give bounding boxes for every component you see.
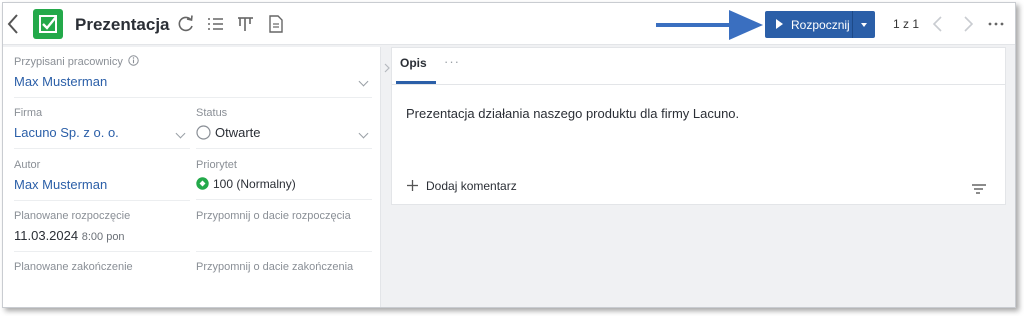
panel-splitter[interactable]: [381, 47, 391, 307]
assigned-label: Przypisani pracownicy: [14, 56, 123, 68]
priority-value: 100 (Normalny): [213, 177, 296, 191]
remind-end-field[interactable]: Przypomnij o dacie zakończenia: [196, 261, 353, 294]
remind-end-label: Przypomnij o dacie zakończenia: [196, 261, 354, 273]
refresh-icon[interactable]: [176, 14, 196, 34]
planned-start-date: 11.03.2024: [14, 228, 79, 243]
divider: [196, 199, 372, 200]
add-comment-button[interactable]: Dodaj komentarz: [426, 179, 517, 193]
priority-field[interactable]: Priorytet 100 (Normalny): [196, 159, 372, 200]
plus-icon[interactable]: [406, 179, 419, 192]
task-checkbox-icon: [33, 9, 63, 39]
more-options-icon[interactable]: [986, 14, 1006, 34]
status-circle-icon: [196, 125, 211, 140]
author-field: Autor Max Musterman: [14, 159, 190, 201]
sort-icon[interactable]: [971, 182, 987, 196]
start-button-group: Rozpocznij: [765, 11, 875, 38]
document-icon[interactable]: [266, 14, 286, 34]
divider: [196, 251, 372, 252]
priority-icon: [196, 177, 209, 190]
remind-start-label: Przypomnij o dacie rozpoczęcia: [196, 210, 351, 222]
planned-start-field[interactable]: Planowane rozpoczęcie 11.03.2024 8:00 po…: [14, 210, 190, 252]
planned-start-label: Planowane rozpoczęcie: [14, 210, 131, 222]
author-label: Autor: [14, 159, 41, 171]
divider: [14, 251, 190, 252]
divider: [14, 200, 190, 201]
back-arrow-icon[interactable]: [6, 13, 20, 35]
next-record-icon[interactable]: [958, 14, 978, 34]
caret-down-icon: [861, 23, 867, 27]
divider: [196, 148, 372, 149]
tab-divider: [392, 84, 1005, 85]
previous-record-icon[interactable]: [928, 14, 948, 34]
assigned-value[interactable]: Max Musterman: [14, 74, 139, 89]
assigned-field[interactable]: Przypisani pracownicy Max Musterman: [14, 55, 372, 98]
pager-text: 1 z 1: [893, 17, 920, 31]
planned-end-field[interactable]: Planowane zakończenie: [14, 261, 133, 294]
planned-start-time: 8:00 pon: [81, 231, 125, 243]
status-label: Status: [196, 107, 228, 119]
remind-start-field[interactable]: Przypomnij o dacie rozpoczęcia: [196, 210, 372, 252]
divider: [14, 148, 190, 149]
chevron-down-icon[interactable]: [358, 128, 369, 139]
toolbar: Prezentacja Rozpocznij 1 z 1: [3, 3, 1015, 45]
start-button-label: Rozpocznij: [791, 18, 850, 32]
play-icon: [776, 19, 783, 29]
window-frame: Prezentacja Rozpocznij 1 z 1 Przypisani …: [2, 2, 1016, 308]
timeline-icon[interactable]: [236, 14, 256, 34]
company-label: Firma: [14, 107, 43, 119]
priority-label: Priorytet: [196, 159, 237, 171]
start-dropdown-button[interactable]: [853, 11, 875, 38]
start-button[interactable]: Rozpocznij: [765, 11, 852, 38]
chevron-down-icon[interactable]: [358, 76, 369, 87]
chevron-down-icon[interactable]: [175, 128, 186, 139]
status-field[interactable]: Status Otwarte: [196, 107, 372, 149]
annotation-arrow-icon: [656, 10, 763, 40]
status-value: Otwarte: [215, 125, 261, 140]
company-field[interactable]: Firma Lacuno Sp. z o. o.: [14, 107, 190, 149]
list-icon[interactable]: [206, 14, 226, 34]
detail-card: Opis ··· Prezentacja działania naszego p…: [391, 47, 1006, 205]
divider: [14, 97, 372, 98]
info-icon[interactable]: [128, 55, 139, 66]
tab-more-button[interactable]: ···: [444, 54, 460, 69]
tab-description[interactable]: Opis: [400, 56, 427, 70]
description-text: Prezentacja działania naszego produktu d…: [406, 106, 740, 121]
page-title: Prezentacja: [75, 15, 170, 34]
company-value[interactable]: Lacuno Sp. z o. o.: [14, 125, 119, 140]
fields-panel: Przypisani pracownicy Max Musterman Firm…: [3, 47, 381, 307]
author-value[interactable]: Max Musterman: [14, 177, 107, 192]
planned-end-label: Planowane zakończenie: [14, 261, 133, 273]
